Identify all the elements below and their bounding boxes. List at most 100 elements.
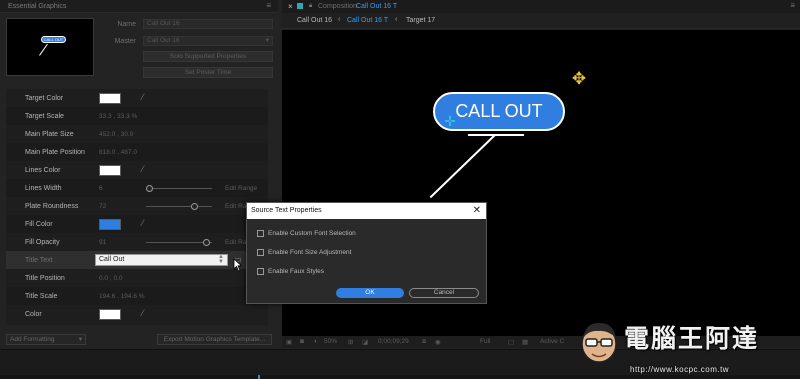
snapshot-icon[interactable]: ◙ [300, 338, 304, 345]
eyedropper-icon[interactable]: ⁄ [142, 164, 144, 174]
close-icon[interactable]: ✕ [473, 205, 481, 216]
transparency-grid-icon[interactable]: ▦ [522, 338, 528, 346]
property-row: Plate Roundness 72 Edit Ra [6, 197, 268, 215]
option-label: Enable Custom Font Selection [268, 230, 356, 237]
composition-title-name[interactable]: Call Out 16 T [356, 3, 397, 10]
mascot-logo-icon [581, 322, 617, 363]
property-row: Target Scale 33.3 , 33.3 % [6, 107, 268, 125]
eg-tab-label[interactable]: Essential Graphics [8, 3, 66, 10]
add-formatting-dropdown[interactable]: Add Formatting ▾ [6, 334, 86, 345]
option-label: Enable Font Size Adjustment [268, 249, 352, 256]
target-anchor-icon[interactable]: ✛ [442, 114, 458, 128]
property-label: Main Plate Size [25, 131, 74, 138]
camera-icon[interactable]: ⧇ [422, 338, 426, 346]
grid-icon[interactable]: ⊞ [348, 338, 353, 346]
zoom-dropdown[interactable]: 50% [324, 338, 337, 345]
panel-menu-icon[interactable]: ≡ [790, 1, 796, 10]
slider-knob[interactable] [190, 203, 198, 210]
thumbnail-leader-line [39, 43, 48, 56]
title-text-value: Call Out [99, 256, 125, 263]
property-slider[interactable] [146, 203, 212, 210]
property-list: Target Color ⁄ Target Scale 33.3 , 33.3 … [6, 89, 268, 325]
property-value[interactable]: 91 [99, 239, 106, 246]
color-swatch[interactable] [99, 165, 121, 176]
region-of-interest-icon[interactable]: ▢ [508, 338, 514, 346]
composition-color-icon [297, 3, 303, 9]
composition-title-label: Composition [318, 3, 357, 10]
close-icon[interactable]: × [288, 2, 293, 11]
eyedropper-icon[interactable]: ⁄ [142, 92, 144, 102]
mouse-cursor-icon [233, 258, 243, 272]
edit-range-link[interactable]: Edit Ra [225, 239, 246, 246]
set-poster-time-button[interactable]: Set Poster Time [143, 67, 273, 78]
checkbox[interactable] [257, 230, 264, 237]
property-row: Lines Width 6 Edit Range [6, 179, 268, 197]
move-anchor-icon[interactable]: ✥ [570, 70, 588, 88]
property-row: Fill Color ⁄ [6, 215, 268, 233]
color-swatch[interactable] [99, 93, 121, 104]
slider-knob[interactable] [146, 185, 154, 192]
checkbox[interactable] [257, 249, 264, 256]
master-dropdown[interactable]: Call Out 16 ▾ [143, 36, 273, 46]
property-value[interactable]: 33.3 , 33.3 % [99, 113, 137, 120]
property-row: Fill Opacity 91 Edit Ra [6, 233, 268, 251]
crumb-call-out-16[interactable]: Call Out 16 [297, 17, 332, 24]
color-swatch[interactable] [99, 219, 121, 230]
edit-range-link[interactable]: Edit Range [225, 185, 257, 192]
name-field[interactable]: Call Out 16 [143, 19, 273, 29]
property-value[interactable]: 452.0 , 30.0 [99, 131, 133, 138]
property-slider[interactable] [146, 185, 212, 192]
property-label: Color [25, 311, 42, 318]
resolution-dropdown[interactable]: Full [480, 338, 490, 345]
property-value[interactable]: 72 [99, 203, 106, 210]
timecode-display[interactable]: 0;00;09;29 [378, 338, 409, 345]
property-value[interactable]: 6 [99, 185, 103, 192]
color-icon[interactable]: ◐ [314, 338, 318, 345]
chevron-left-icon: ‹ [395, 16, 398, 23]
property-row: Lines Color ⁄ [6, 161, 268, 179]
eyedropper-icon[interactable]: ⁄ [142, 308, 144, 318]
property-value[interactable]: 194.6 , 194.6 % [99, 293, 145, 300]
property-row: Main Plate Position 818.0 , 487.0 [6, 143, 268, 161]
source-text-properties-dialog: Source Text Properties ✕ Enable Custom F… [246, 202, 487, 304]
property-slider[interactable] [146, 239, 212, 246]
property-label: Fill Color [25, 221, 53, 228]
chevron-down-icon: ▾ [78, 336, 82, 343]
master-value: Call Out 16 [147, 37, 180, 44]
crumb-call-out-16-t[interactable]: Call Out 16 T [347, 17, 388, 24]
ok-button[interactable]: OK [336, 288, 404, 298]
camera-view-dropdown[interactable]: Active C [540, 338, 564, 345]
thumbnail-callout: CALL OUT [41, 36, 66, 43]
property-label: Lines Color [25, 167, 61, 174]
property-label: Lines Width [25, 185, 62, 192]
show-channel-icon[interactable]: ◉ [435, 338, 441, 346]
crumb-target-17[interactable]: Target 17 [406, 17, 435, 24]
slider-knob[interactable] [203, 239, 211, 246]
property-value[interactable]: 818.0 , 487.0 [99, 149, 137, 156]
eg-tab-bar: Essential Graphics ≡ [0, 0, 278, 13]
export-template-button[interactable]: Export Motion Graphics Template... [157, 334, 272, 345]
color-swatch[interactable] [99, 309, 121, 320]
watermark: 電腦王阿達 http://www.kocpc.com.tw [578, 318, 798, 378]
cancel-button[interactable]: Cancel [409, 288, 479, 298]
property-label: Fill Opacity [25, 239, 60, 246]
mask-icon[interactable]: ◪ [362, 338, 368, 346]
essential-graphics-panel: Essential Graphics ≡ CALL OUT Name Call … [0, 0, 278, 348]
checkbox[interactable] [257, 268, 264, 275]
composition-header: × 🔒︎ Composition Call Out 16 T ≡ [282, 0, 800, 13]
chevron-down-icon: ▾ [265, 37, 269, 44]
solo-supported-properties-button[interactable]: Solo Supported Properties [143, 51, 273, 62]
property-row: Main Plate Size 452.0 , 30.0 [6, 125, 268, 143]
title-text-input[interactable]: Call Out ▲ ▼ [95, 254, 228, 266]
timeline-playhead[interactable] [258, 375, 260, 379]
lock-icon[interactable]: 🔒︎ [309, 3, 312, 10]
watermark-url: http://www.kocpc.com.tw [630, 365, 730, 374]
property-value[interactable]: 0.0 , 0.0 [99, 275, 123, 282]
edit-range-link[interactable]: Edit Ra [225, 203, 246, 210]
spinner-icon[interactable]: ▲ ▼ [218, 254, 224, 265]
callout-underline [468, 134, 524, 136]
panel-menu-icon[interactable]: ≡ [266, 1, 272, 10]
property-row: Target Color ⁄ [6, 89, 268, 107]
eyedropper-icon[interactable]: ⁄ [142, 218, 144, 228]
region-icon[interactable]: ▣ [286, 338, 292, 346]
